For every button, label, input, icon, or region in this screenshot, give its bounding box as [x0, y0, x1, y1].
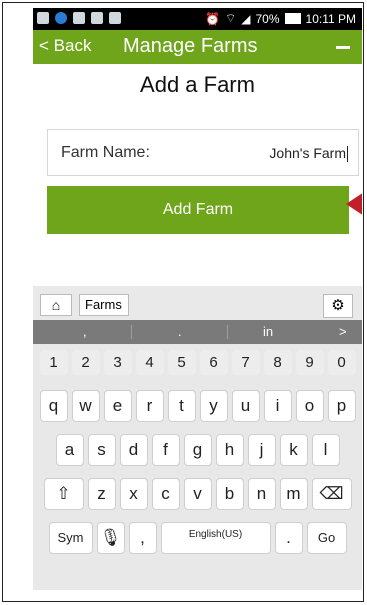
farm-name-label: Farm Name:	[61, 144, 150, 161]
key-s[interactable]: s	[87, 434, 116, 466]
app-notification-icon	[55, 12, 67, 24]
status-bar: ⏰ ⌔ ◢ 70% 10:11 PM	[33, 8, 362, 30]
home-icon[interactable]: ⌂	[40, 294, 72, 316]
keyboard-suggestion-bar: ⌂ Farms ⚙	[33, 286, 362, 321]
key-2[interactable]: 2	[71, 350, 100, 375]
key-p[interactable]: p	[327, 390, 356, 422]
backspace-key[interactable]: ⌫	[311, 478, 352, 510]
key-z[interactable]: z	[87, 478, 116, 510]
key-1[interactable]: 1	[39, 350, 68, 375]
prediction-1[interactable]: ,	[83, 324, 87, 339]
number-row: 1 2 3 4 5 6 7 8 9 0	[33, 350, 362, 375]
key-t[interactable]: t	[167, 390, 196, 422]
letter-row-2: a s d f g h j k l	[33, 434, 362, 466]
key-h[interactable]: h	[215, 434, 244, 466]
gallery-icon	[91, 12, 103, 24]
key-o[interactable]: o	[295, 390, 324, 422]
go-key[interactable]: Go	[306, 522, 347, 554]
key-9[interactable]: 9	[295, 350, 324, 375]
mic-icon[interactable]: 🎙	[96, 522, 125, 554]
system-status: ⏰ ⌔ ◢ 70% 10:11 PM	[205, 11, 356, 26]
key-x[interactable]: x	[119, 478, 148, 510]
key-r[interactable]: r	[135, 390, 164, 422]
clock: 10:11 PM	[305, 11, 356, 26]
key-b[interactable]: b	[215, 478, 244, 510]
farm-name-field[interactable]: Farm Name: John's Farm	[47, 129, 359, 176]
key-u[interactable]: u	[231, 390, 260, 422]
battery-icon	[284, 13, 301, 24]
wifi-icon: ⌔	[224, 11, 237, 25]
app-title: Manage Farms	[123, 35, 258, 57]
app-bar: < Back Manage Farms	[33, 30, 362, 64]
key-w[interactable]: w	[71, 390, 100, 422]
mail-icon	[73, 12, 85, 24]
prediction-bar: , . in >	[33, 320, 362, 344]
key-y[interactable]: y	[199, 390, 228, 422]
page-title: Add a Farm	[140, 72, 255, 97]
prediction-3[interactable]: in	[263, 324, 273, 339]
shift-key[interactable]: ⇧	[43, 478, 84, 510]
key-c[interactable]: c	[151, 478, 180, 510]
letter-row-1: q w e r t y u i o p	[33, 390, 362, 422]
prediction-2[interactable]: .	[178, 324, 182, 339]
key-5[interactable]: 5	[167, 350, 196, 375]
key-g[interactable]: g	[183, 434, 212, 466]
key-4[interactable]: 4	[135, 350, 164, 375]
phone-screen: ⏰ ⌔ ◢ 70% 10:11 PM < Back Manage Farms A…	[33, 8, 362, 590]
add-farm-button[interactable]: Add Farm	[47, 186, 349, 234]
back-button[interactable]: < Back	[39, 36, 91, 56]
suggestion-chip[interactable]: Farms	[79, 294, 129, 316]
menu-icon[interactable]	[336, 46, 350, 49]
alarm-icon: ⏰	[205, 11, 220, 26]
keyboard: ⌂ Farms ⚙ , . in > 1 2 3 4 5 6 7 8 9 0 q…	[33, 286, 362, 590]
key-6[interactable]: 6	[199, 350, 228, 375]
key-a[interactable]: a	[55, 434, 84, 466]
key-period[interactable]: .	[274, 522, 303, 554]
letter-row-3: ⇧ z x c v b n m ⌫	[33, 478, 362, 510]
key-7[interactable]: 7	[231, 350, 260, 375]
red-arrow-pointer	[346, 192, 362, 216]
key-j[interactable]: j	[247, 434, 276, 466]
screenshot-icon	[109, 12, 121, 24]
farm-name-input[interactable]: John's Farm	[269, 145, 348, 163]
key-q[interactable]: q	[39, 390, 68, 422]
divider	[131, 325, 132, 339]
key-l[interactable]: l	[311, 434, 340, 466]
prediction-more[interactable]: >	[339, 324, 347, 339]
key-3[interactable]: 3	[103, 350, 132, 375]
sym-key[interactable]: Sym	[48, 522, 93, 554]
key-comma[interactable]: ,	[128, 522, 157, 554]
battery-percent: 70%	[255, 11, 280, 26]
key-e[interactable]: e	[103, 390, 132, 422]
space-key[interactable]: English(US)	[160, 522, 271, 554]
language-label: English(US)	[188, 529, 243, 540]
key-f[interactable]: f	[151, 434, 180, 466]
key-d[interactable]: d	[119, 434, 148, 466]
bottom-row: Sym 🎙 , English(US) . Go	[33, 522, 362, 554]
key-n[interactable]: n	[247, 478, 276, 510]
key-k[interactable]: k	[279, 434, 308, 466]
key-0[interactable]: 0	[327, 350, 356, 375]
key-i[interactable]: i	[263, 390, 292, 422]
key-8[interactable]: 8	[263, 350, 292, 375]
farm-name-value: John's Farm	[269, 145, 346, 161]
signal-icon: ◢	[241, 11, 251, 26]
gear-icon[interactable]: ⚙	[323, 294, 353, 318]
divider	[227, 325, 228, 339]
key-v[interactable]: v	[183, 478, 212, 510]
notification-icons	[37, 12, 121, 24]
message-icon	[37, 12, 49, 24]
key-m[interactable]: m	[279, 478, 308, 510]
text-cursor	[347, 146, 348, 163]
